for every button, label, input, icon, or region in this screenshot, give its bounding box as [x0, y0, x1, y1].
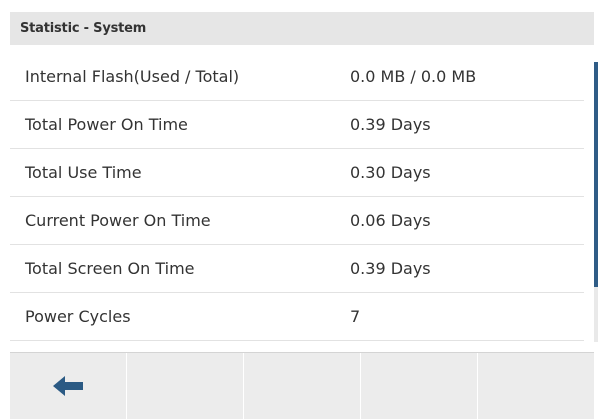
list-item: Power Cycles 7 [10, 293, 584, 341]
softkey-5[interactable] [478, 353, 594, 419]
back-arrow-icon [52, 374, 84, 398]
softkey-4[interactable] [361, 353, 478, 419]
scrollbar-thumb[interactable] [594, 62, 598, 287]
statistic-system-screen: Statistic - System Internal Flash(Used /… [0, 0, 603, 419]
list-item: Current Power On Time 0.06 Days [10, 197, 584, 245]
row-value: 0.39 Days [350, 115, 431, 134]
row-label: Total Power On Time [25, 115, 188, 134]
row-label: Total Use Time [25, 163, 142, 182]
row-value: 0.0 MB / 0.0 MB [350, 67, 477, 86]
softkey-3[interactable] [244, 353, 361, 419]
row-value: 7 [350, 307, 361, 326]
back-softkey[interactable] [10, 353, 127, 419]
statistics-list: Internal Flash(Used / Total) 0.0 MB / 0.… [10, 53, 584, 341]
title-bar: Statistic - System [10, 12, 594, 45]
row-value: 0.30 Days [350, 163, 431, 182]
page-title: Statistic - System [20, 21, 147, 36]
row-value: 0.06 Days [350, 211, 431, 230]
softkey-2[interactable] [127, 353, 244, 419]
list-item: Internal Flash(Used / Total) 0.0 MB / 0.… [10, 53, 584, 101]
list-item: Total Screen On Time 0.39 Days [10, 245, 584, 293]
row-label: Power Cycles [25, 307, 131, 326]
row-label: Current Power On Time [25, 211, 211, 230]
row-label: Internal Flash(Used / Total) [25, 67, 240, 86]
softkey-bar [10, 352, 594, 419]
row-value: 0.39 Days [350, 259, 431, 278]
list-item: Total Use Time 0.30 Days [10, 149, 584, 197]
row-label: Total Screen On Time [25, 259, 195, 278]
list-item: Total Power On Time 0.39 Days [10, 101, 584, 149]
